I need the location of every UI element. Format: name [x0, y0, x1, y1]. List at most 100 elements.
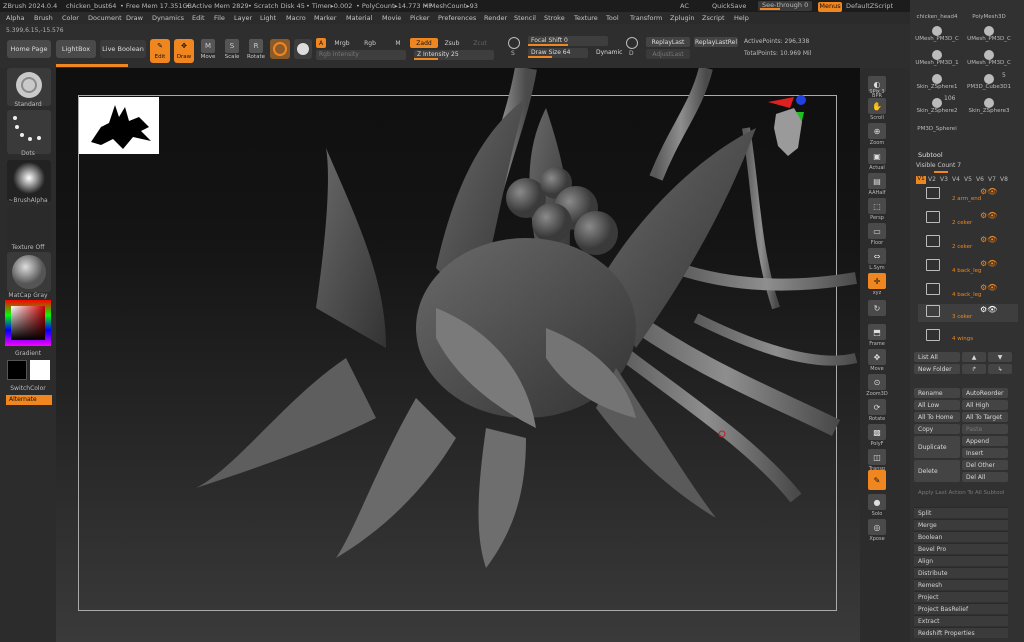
version-v5[interactable]: V5 [964, 176, 972, 183]
see-through-slider[interactable]: See-through 0 [758, 1, 812, 11]
arrow-down-icon[interactable]: ▼ [988, 352, 1012, 362]
version-v1[interactable]: V1 [916, 176, 926, 184]
lsym-button[interactable]: ⇔ L.Sym [866, 248, 888, 271]
secondary-color-swatch[interactable] [30, 360, 50, 380]
menu-stroke[interactable]: Stroke [544, 14, 565, 22]
zoom-button[interactable]: ⊕ Zoom [866, 123, 888, 146]
del-all-button[interactable]: Del All [962, 472, 1008, 482]
material-slot[interactable] [7, 252, 51, 292]
actual-button[interactable]: ▣ Actual [866, 148, 888, 171]
subtool-row[interactable]: 4 back_leg ⚙👁 [918, 282, 1018, 300]
dynamic-toggle[interactable]: Dynamic [596, 49, 622, 56]
gear-eye-icon[interactable]: ⚙👁 [980, 187, 997, 196]
rotate-view-button[interactable]: ⟳ Rotate [866, 399, 888, 422]
menu-movie[interactable]: Movie [382, 14, 401, 22]
replay-last-rel-button[interactable]: ReplayLastRel [694, 37, 738, 47]
append-button[interactable]: Append [962, 436, 1008, 446]
zsub-toggle[interactable]: Zsub [442, 38, 462, 48]
m-toggle[interactable]: M [392, 38, 404, 48]
zcut-toggle[interactable]: Zcut [472, 38, 488, 48]
solo-button[interactable]: ● Solo [866, 494, 888, 517]
delete-button[interactable]: Delete [914, 460, 960, 482]
move-down-icon[interactable]: ↳ [988, 364, 1012, 374]
tool-item[interactable]: UMesh_PM3D_1 [914, 50, 960, 74]
stroke-thumbnail[interactable] [294, 39, 312, 59]
bpr-button[interactable]: ◐ BPR [866, 76, 888, 99]
move-up-icon[interactable]: ↱ [962, 364, 986, 374]
xpose-button[interactable]: ◎ Xpose [866, 519, 888, 542]
all-low-button[interactable]: All Low [914, 400, 960, 410]
move-button[interactable]: M Move [198, 39, 218, 63]
z-intensity-slider[interactable]: Z Intensity 25 [414, 50, 494, 60]
xyz-button[interactable]: ✛ xyz [866, 273, 888, 296]
gear-eye-icon[interactable]: ⚙👁 [980, 211, 997, 220]
merge-section[interactable]: Merge [914, 519, 1008, 530]
frame-button[interactable]: ⬒ Frame [866, 324, 888, 347]
version-v4[interactable]: V4 [952, 176, 960, 183]
menu-document[interactable]: Document [88, 14, 122, 22]
menus-toggle[interactable]: Menus [818, 2, 842, 12]
version-v3[interactable]: V3 [940, 176, 948, 183]
default-zscript[interactable]: DefaultZScript [846, 2, 893, 10]
del-other-button[interactable]: Del Other [962, 460, 1008, 470]
move-view-button[interactable]: ✥ Move [866, 349, 888, 372]
menu-transform[interactable]: Transform [630, 14, 662, 22]
menu-light[interactable]: Light [260, 14, 276, 22]
stroke-slot[interactable] [7, 110, 51, 154]
draw-size-slider[interactable]: Draw Size 64 [528, 48, 588, 58]
gear-eye-icon[interactable]: ⚙👁 [980, 283, 997, 292]
tool-item[interactable]: PM3D_Spherei [914, 126, 960, 138]
polyf-button[interactable]: ▩ PolyF [866, 424, 888, 447]
menu-file[interactable]: File [214, 14, 225, 22]
subtool-row[interactable]: 2 ceker ⚙👁 [918, 234, 1018, 252]
menu-edit[interactable]: Edit [192, 14, 205, 22]
split-section[interactable]: Split [914, 507, 1008, 518]
menu-zplugin[interactable]: Zplugin [670, 14, 695, 22]
menu-zscript[interactable]: Zscript [702, 14, 725, 22]
color-picker[interactable] [5, 300, 51, 346]
gear-eye-icon[interactable]: ⚙👁 [980, 305, 997, 314]
tool-item[interactable]: UMesh_PM3D_C [914, 26, 960, 50]
version-v2[interactable]: V2 [928, 176, 936, 183]
switchcolor-button[interactable]: SwitchColor [0, 385, 56, 392]
floor-button[interactable]: ▭ Floor [866, 223, 888, 246]
subtool-row[interactable]: 2 arm_end ⚙👁 [918, 186, 1018, 204]
all-to-home-button[interactable]: All To Home [914, 412, 960, 422]
subtool-row[interactable]: 4 back_leg ⚙👁 [918, 258, 1018, 276]
autoreorder-button[interactable]: AutoReorder [962, 388, 1008, 398]
remesh-section[interactable]: Remesh [914, 579, 1008, 590]
scroll-button[interactable]: ✋ Scroll [866, 98, 888, 121]
project-section[interactable]: Project [914, 591, 1008, 602]
apply-last-action-button[interactable]: Apply Last Action To All Subtool [918, 490, 1004, 496]
tool-item[interactable]: UMesh_PM3D_C [966, 26, 1012, 50]
main-color-swatch[interactable] [7, 360, 27, 380]
menu-macro[interactable]: Macro [286, 14, 306, 22]
version-v6[interactable]: V6 [976, 176, 984, 183]
redshift-properties-section[interactable]: Redshift Properties [914, 627, 1008, 638]
arrow-up-icon[interactable]: ▲ [962, 352, 986, 362]
edit-button[interactable]: ✎ Edit [150, 39, 170, 63]
subtool-row-selected[interactable]: 3 ceker ⚙👁 [918, 304, 1018, 322]
menu-help[interactable]: Help [734, 14, 749, 22]
new-folder-button[interactable]: New Folder [914, 364, 960, 374]
boolean-section[interactable]: Boolean [914, 531, 1008, 542]
all-high-button[interactable]: All High [962, 400, 1008, 410]
alpha-slot[interactable] [7, 160, 51, 202]
local-rotate-button[interactable]: ↻ [866, 300, 888, 317]
align-section[interactable]: Align [914, 555, 1008, 566]
bottom-tray-handle[interactable] [418, 636, 498, 642]
current-brush-thumbnail[interactable] [270, 39, 290, 59]
extract-section[interactable]: Extract [914, 615, 1008, 626]
menu-picker[interactable]: Picker [410, 14, 429, 22]
a-toggle[interactable]: A [316, 38, 326, 48]
copy-button[interactable]: Copy [914, 424, 960, 434]
live-boolean-button[interactable]: Live Boolean [100, 40, 146, 58]
menu-stencil[interactable]: Stencil [514, 14, 536, 22]
scale-button[interactable]: S Scale [222, 39, 242, 63]
ghost-button[interactable]: ✎ [866, 470, 888, 491]
lightbox-button[interactable]: LightBox [56, 40, 96, 58]
persp-button[interactable]: ⬚ Persp [866, 198, 888, 221]
rgb-toggle[interactable]: Rgb [360, 38, 380, 48]
distribute-section[interactable]: Distribute [914, 567, 1008, 578]
menu-color[interactable]: Color [62, 14, 79, 22]
